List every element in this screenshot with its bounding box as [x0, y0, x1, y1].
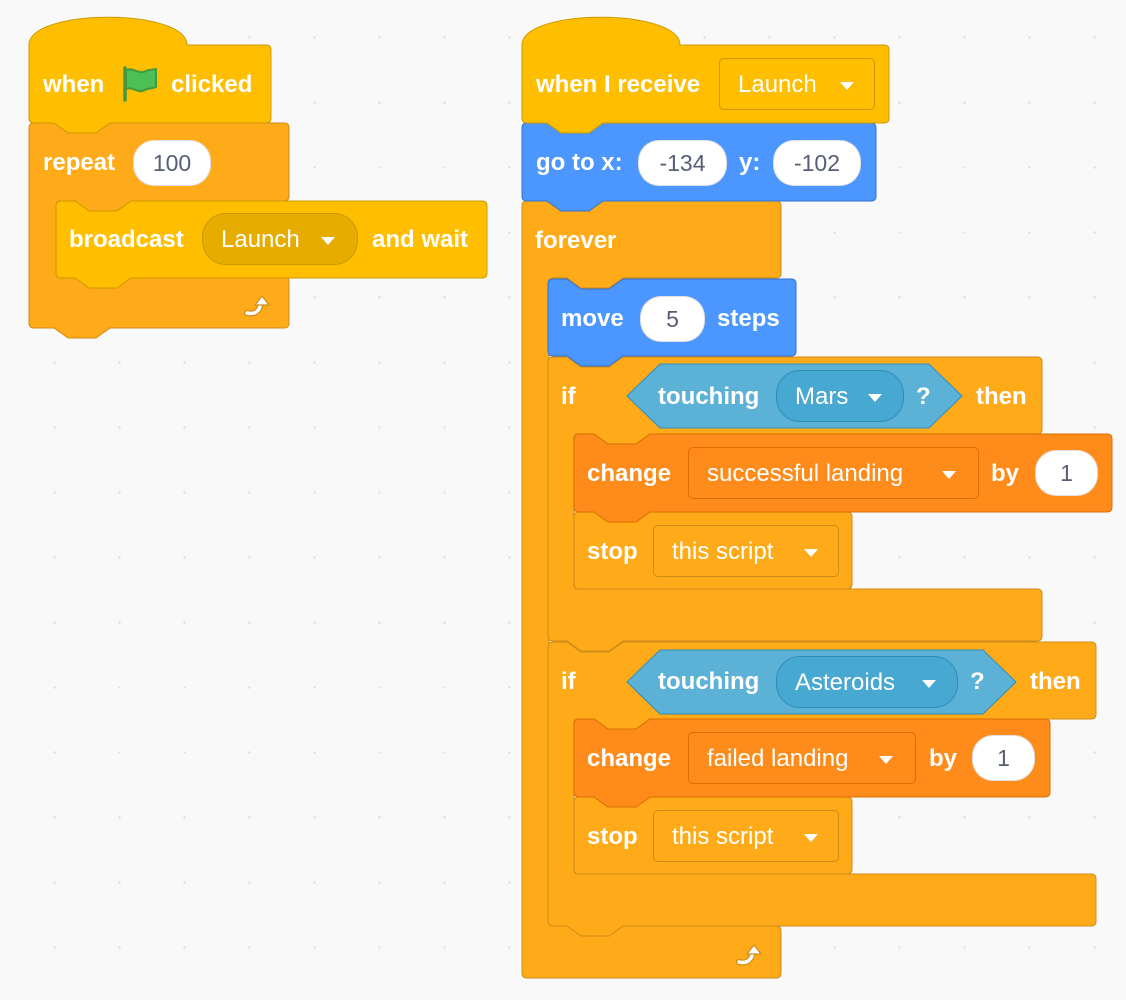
go-to-x-input[interactable]: -134 [638, 140, 727, 186]
touching-target-value-1: Mars [795, 383, 849, 410]
go-to-x-label: go to x: [536, 149, 623, 176]
touching-target-dropdown-2[interactable]: Asteroids [776, 656, 958, 708]
forever-label: forever [535, 227, 617, 254]
repeat-count-input[interactable]: 100 [133, 140, 211, 186]
touching-target-dropdown-1[interactable]: Mars [776, 370, 904, 422]
broadcast-and-wait-label: and wait [372, 226, 469, 253]
chevron-down-icon [942, 471, 956, 479]
repeat-label: repeat [43, 149, 116, 176]
scripts-canvas: when clicked repeat 100 broadcast Launch… [0, 0, 1126, 1000]
change-value-input-1[interactable]: 1 [1035, 450, 1098, 496]
loop-arrow-icon [244, 295, 270, 317]
stop-label-1: stop [587, 538, 638, 565]
change-variable-dropdown-1[interactable]: successful landing [688, 447, 979, 499]
change-by-label-2: by [929, 745, 958, 772]
chevron-down-icon [879, 756, 893, 764]
green-flag-icon[interactable] [121, 66, 159, 102]
broadcast-message-dropdown[interactable]: Launch [202, 213, 358, 265]
change-by-label-1: by [991, 460, 1020, 487]
loop-arrow-icon [736, 944, 762, 966]
hat-when-label: when [43, 71, 105, 98]
go-to-y-label: y: [739, 149, 761, 176]
move-steps-label: steps [717, 305, 780, 332]
go-to-y-input[interactable]: -102 [773, 140, 861, 186]
chevron-down-icon [321, 237, 335, 245]
touching-label-1: touching [658, 383, 760, 410]
change-variable-value-1: successful landing [707, 460, 904, 487]
move-steps-input[interactable]: 5 [640, 296, 705, 342]
change-variable-dropdown-2[interactable]: failed landing [688, 732, 916, 784]
if-label-1: if [561, 383, 576, 410]
change-variable-value-2: failed landing [707, 745, 849, 772]
move-label: move [561, 305, 624, 332]
touching-question-2: ? [970, 668, 985, 695]
touching-target-value-2: Asteroids [795, 669, 896, 696]
touching-label-2: touching [658, 668, 760, 695]
broadcast-message-value: Launch [221, 226, 300, 253]
stop-option-value-1: this script [672, 538, 774, 565]
chevron-down-icon [840, 82, 854, 90]
change-value-input-2[interactable]: 1 [972, 735, 1035, 781]
broadcast-label: broadcast [69, 226, 184, 253]
stop-option-value-2: this script [672, 823, 774, 850]
if-label-2: if [561, 668, 576, 695]
chevron-down-icon [868, 394, 882, 402]
change-label-1: change [587, 460, 672, 487]
then-label-1: then [976, 383, 1027, 410]
stop-label-2: stop [587, 823, 638, 850]
stop-option-dropdown-1[interactable]: this script [653, 525, 839, 577]
receive-message-dropdown[interactable]: Launch [719, 58, 875, 110]
touching-question-1: ? [916, 383, 931, 410]
when-i-receive-label: when I receive [536, 71, 701, 98]
change-label-2: change [587, 745, 672, 772]
chevron-down-icon [922, 680, 936, 688]
hat-clicked-label: clicked [171, 71, 253, 98]
stop-option-dropdown-2[interactable]: this script [653, 810, 839, 862]
chevron-down-icon [804, 834, 818, 842]
receive-message-value: Launch [738, 71, 817, 98]
then-label-2: then [1030, 668, 1081, 695]
chevron-down-icon [804, 549, 818, 557]
